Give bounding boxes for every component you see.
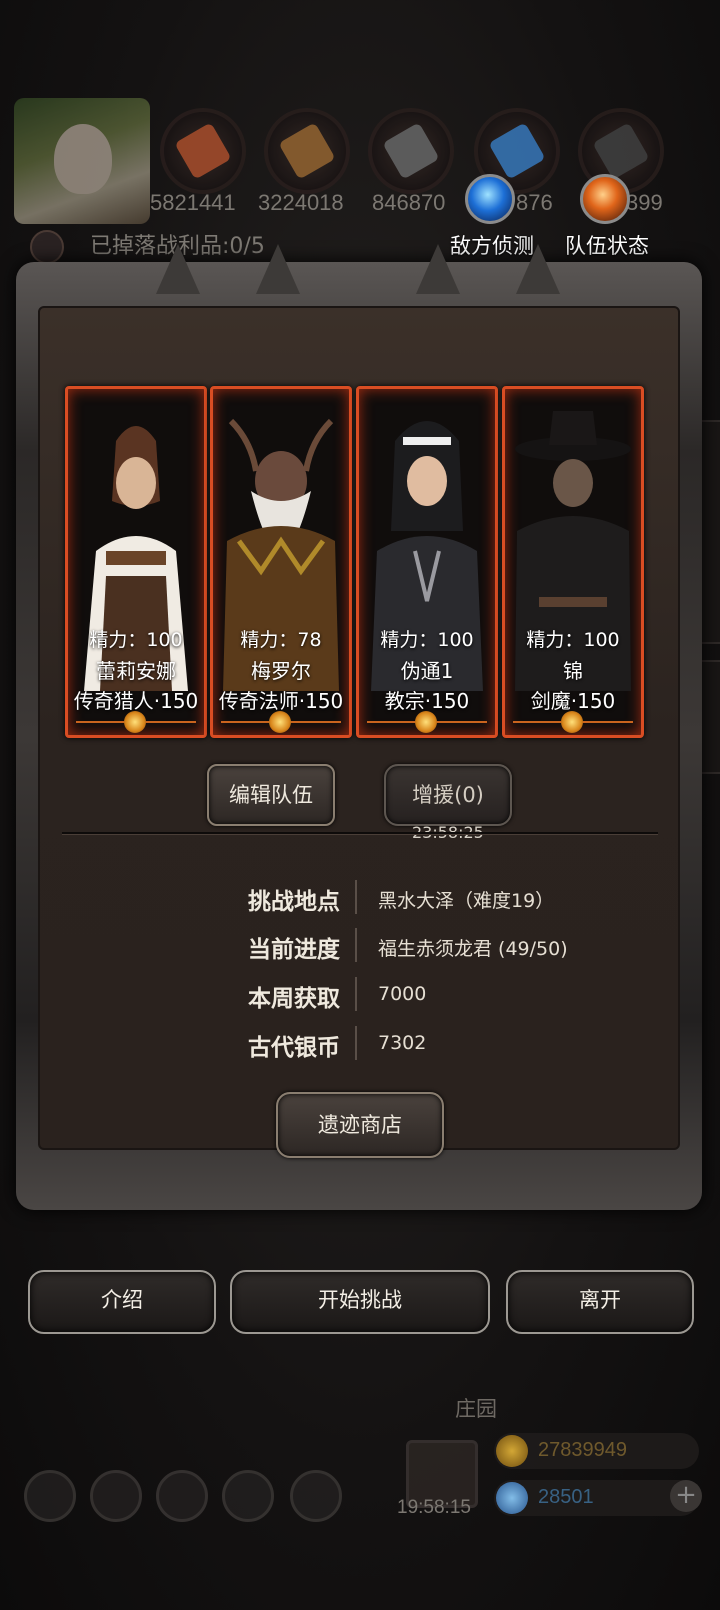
ornament-spike bbox=[416, 244, 460, 294]
hero-class-level: 传奇法师·150 bbox=[218, 689, 344, 713]
team-status-button[interactable]: 队伍状态 bbox=[565, 174, 649, 260]
hero-name: 锦 bbox=[563, 659, 583, 683]
hero-class-level: 传奇猎人·150 bbox=[73, 689, 199, 713]
section-divider bbox=[62, 832, 658, 835]
settings-icon[interactable] bbox=[24, 1470, 76, 1522]
hero-name: 伪通1 bbox=[400, 659, 454, 683]
hero-energy: 精力：78 bbox=[240, 629, 322, 651]
info-separator bbox=[355, 977, 357, 1011]
team-status-label: 队伍状态 bbox=[565, 234, 649, 258]
loot-status: 已掉落战利品:0/5 bbox=[30, 228, 265, 264]
info-separator bbox=[355, 1026, 357, 1060]
add-currency-button[interactable]: + bbox=[670, 1480, 702, 1512]
intro-button[interactable]: 介绍 bbox=[28, 1270, 216, 1334]
meat-count: 5821441 bbox=[150, 190, 236, 215]
gold-amount: 27839949 bbox=[538, 1439, 627, 1461]
info-row-coins: 古代银币 7302 bbox=[200, 1024, 640, 1064]
hero-energy: 精力：100 bbox=[89, 629, 183, 651]
gem-icon bbox=[496, 1482, 528, 1514]
relic-shop-button[interactable]: 遗迹商店 bbox=[276, 1092, 444, 1158]
gold-coin-icon bbox=[496, 1435, 528, 1467]
ornament-spike bbox=[156, 244, 200, 294]
hero-energy: 精力：100 bbox=[380, 629, 474, 651]
info-key: 古代银币 bbox=[248, 1035, 340, 1061]
hero-class-level: 剑魔·150 bbox=[530, 689, 616, 713]
hero-name: 梅罗尔 bbox=[251, 659, 311, 683]
hero-card[interactable]: 精力：78 梅罗尔 传奇法师·150 bbox=[210, 386, 352, 738]
info-value: 福生赤须龙君 (49/50) bbox=[378, 938, 568, 960]
wood-count: 3224018 bbox=[258, 190, 344, 215]
info-key: 当前进度 bbox=[248, 937, 340, 963]
info-value: 7000 bbox=[378, 983, 427, 1005]
star-gem-icon bbox=[415, 711, 437, 733]
leave-button[interactable]: 离开 bbox=[506, 1270, 694, 1334]
mail-icon[interactable] bbox=[222, 1470, 274, 1522]
start-challenge-button[interactable]: 开始挑战 bbox=[230, 1270, 490, 1334]
info-value: 黑水大泽（难度19） bbox=[378, 890, 555, 912]
player-avatar[interactable] bbox=[14, 98, 150, 224]
info-separator bbox=[355, 928, 357, 962]
gold-currency: 27839949 bbox=[494, 1433, 699, 1469]
hero-card[interactable]: 精力：100 蕾莉安娜 传奇猎人·150 bbox=[65, 386, 207, 738]
info-separator bbox=[355, 880, 357, 914]
avatar-face bbox=[54, 124, 112, 194]
loot-icon bbox=[30, 230, 64, 264]
star-gem-icon bbox=[561, 711, 583, 733]
manor-label: 庄园 bbox=[455, 1397, 497, 1421]
stone-count: 846870 bbox=[372, 190, 446, 215]
stone-icon bbox=[368, 108, 454, 194]
info-key: 挑战地点 bbox=[248, 889, 340, 915]
info-row-location: 挑战地点 黑水大泽（难度19） bbox=[200, 878, 640, 918]
wood-icon bbox=[264, 108, 350, 194]
edit-team-button[interactable]: 编辑队伍 bbox=[207, 764, 335, 826]
hero-card[interactable]: 精力：100 伪通1 教宗·150 bbox=[356, 386, 498, 738]
info-row-weekly: 本周获取 7000 bbox=[200, 975, 640, 1015]
ornament-spike bbox=[256, 244, 300, 294]
gift-timer: 19:58:15 bbox=[397, 1497, 471, 1518]
star-gem-icon bbox=[269, 711, 291, 733]
gem-currency: 28501 bbox=[494, 1480, 699, 1516]
hero-name: 蕾莉安娜 bbox=[96, 659, 176, 683]
info-key: 本周获取 bbox=[248, 986, 340, 1012]
team-status-orb-icon bbox=[580, 174, 630, 224]
map-icon[interactable] bbox=[290, 1470, 342, 1522]
hero-energy: 精力：100 bbox=[526, 629, 620, 651]
info-value: 7302 bbox=[378, 1032, 427, 1054]
hero-class-level: 教宗·150 bbox=[384, 689, 470, 713]
ornament-spike bbox=[516, 244, 560, 294]
scout-orb-icon bbox=[465, 174, 515, 224]
gem-amount: 28501 bbox=[538, 1486, 594, 1508]
guild-icon[interactable] bbox=[156, 1470, 208, 1522]
rank-icon[interactable] bbox=[90, 1470, 142, 1522]
star-gem-icon bbox=[124, 711, 146, 733]
info-row-progress: 当前进度 福生赤须龙君 (49/50) bbox=[200, 926, 640, 966]
reinforce-button[interactable]: 增援(0) bbox=[384, 764, 512, 826]
hero-card[interactable]: 精力：100 锦 剑魔·150 bbox=[502, 386, 644, 738]
meat-icon bbox=[160, 108, 246, 194]
